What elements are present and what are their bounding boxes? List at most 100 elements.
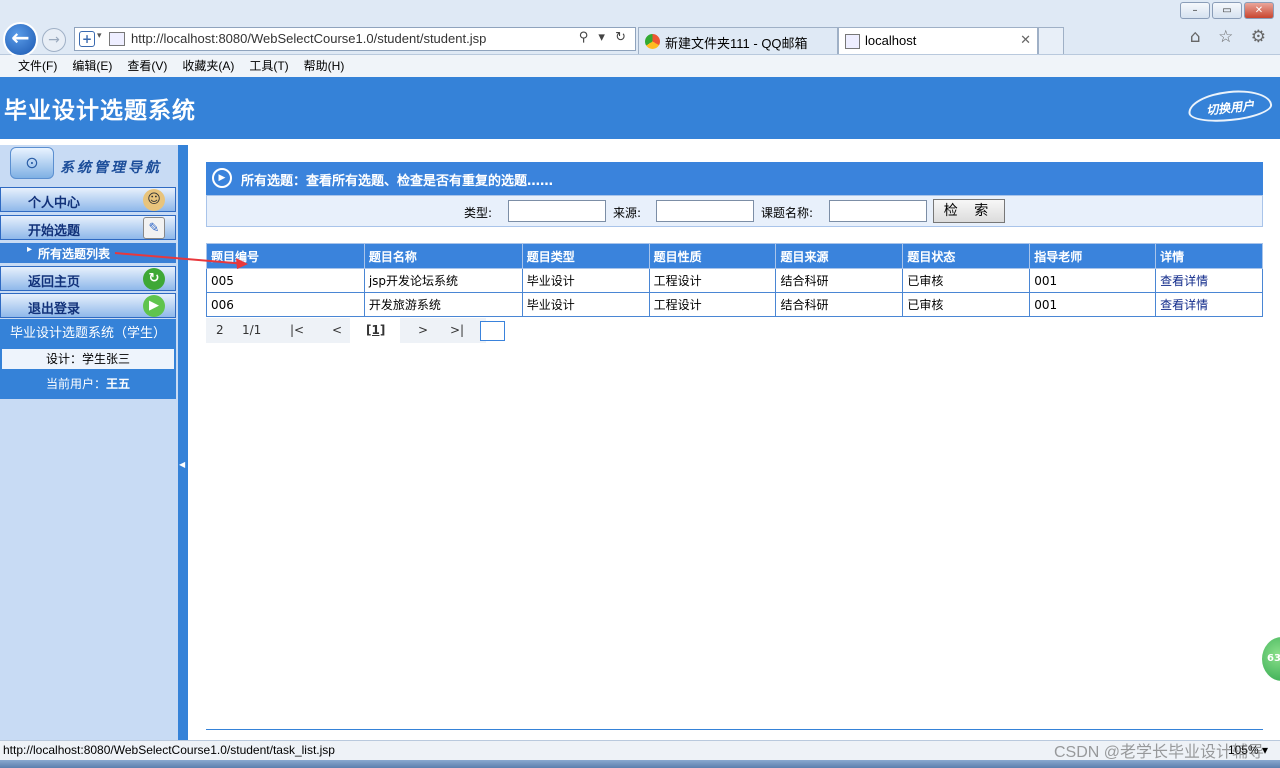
- record-count: 2: [216, 323, 224, 337]
- search-refresh-icons[interactable]: ⚲ ▾ ↻: [579, 30, 629, 45]
- col-topic-id: 题目编号: [206, 243, 365, 269]
- sidebar-item-label: 个人中心: [28, 196, 81, 211]
- tab-qq-mail[interactable]: 新建文件夹111 - QQ邮箱: [638, 27, 838, 54]
- cell-topic-id: 005: [206, 268, 365, 293]
- col-topic-type: 题目类型: [521, 243, 650, 269]
- switch-user-button[interactable]: 切换用户: [1186, 86, 1274, 126]
- search-button[interactable]: 检 索: [933, 199, 1005, 223]
- sidebar-item-personal[interactable]: 个人中心 ☺: [0, 187, 176, 212]
- cell-advisor: 001: [1029, 292, 1157, 317]
- menu-bar: 文件(F) 编辑(E) 查看(V) 收藏夹(A) 工具(T) 帮助(H): [0, 55, 1280, 77]
- window-controls: – ▭ ✕: [1180, 2, 1274, 19]
- maximize-button[interactable]: ▭: [1212, 2, 1242, 19]
- close-window-button[interactable]: ✕: [1244, 2, 1274, 19]
- sidebar-splitter[interactable]: ◀: [178, 145, 188, 740]
- prev-page-button[interactable]: <: [332, 323, 342, 337]
- next-page-button[interactable]: >: [418, 323, 428, 337]
- last-page-button[interactable]: >|: [450, 323, 464, 337]
- address-bar[interactable]: + ▾ http://localhost:8080/WebSelectCours…: [74, 27, 636, 51]
- panel-title: ▶ 所有选题：查看所有选题、检查是否有重复的选题……: [206, 162, 1263, 195]
- watermark: CSDN @老学长毕业设计辅导: [1053, 744, 1264, 761]
- pagination: 2 1/1 |< < [1] > >|: [206, 318, 506, 343]
- main-content: ▶ 所有选题：查看所有选题、检查是否有重复的选题…… 类型: 来源: 课题名称:…: [188, 146, 1280, 740]
- cell-topic-status: 已审核: [902, 292, 1031, 317]
- current-user-name: 王五: [106, 377, 131, 391]
- view-details-link[interactable]: 查看详情: [1155, 292, 1263, 317]
- header-divider: [0, 136, 1280, 146]
- chevron-down-icon[interactable]: ▾: [97, 31, 102, 41]
- col-topic-status: 题目状态: [902, 243, 1031, 269]
- table-row: 006 开发旅游系统 毕业设计 工程设计 结合科研 已审核 001 查看详情: [206, 292, 1263, 317]
- menu-help[interactable]: 帮助(H): [304, 55, 345, 77]
- tab-label: 新建文件夹111 - QQ邮箱: [665, 36, 808, 51]
- goto-page-input[interactable]: [480, 321, 505, 341]
- col-topic-source: 题目来源: [775, 243, 904, 269]
- first-page-button[interactable]: |<: [290, 323, 304, 337]
- sidebar-item-start-select[interactable]: 开始选题 ✎: [0, 215, 176, 240]
- play-circle-icon: ▶: [212, 168, 232, 188]
- app-title: 毕业设计选题系统: [4, 98, 196, 124]
- close-tab-icon[interactable]: ✕: [1020, 32, 1031, 48]
- view-details-link[interactable]: 查看详情: [1155, 268, 1263, 293]
- computer-icon: ⊙: [10, 147, 54, 179]
- type-input[interactable]: [508, 200, 606, 222]
- cell-topic-name: jsp开发论坛系统: [363, 268, 523, 293]
- sidebar-header: ⊙ 系统管理导航: [6, 147, 176, 183]
- type-label: 类型:: [464, 206, 493, 220]
- home-star-gear-icons[interactable]: ⌂ ☆ ⚙: [1190, 27, 1272, 47]
- search-form: 类型: 来源: 课题名称: 检 索: [206, 195, 1263, 227]
- address-url[interactable]: http://localhost:8080/WebSelectCourse1.0…: [131, 31, 486, 46]
- col-details: 详情: [1155, 243, 1263, 269]
- cell-topic-source: 结合科研: [775, 292, 904, 317]
- compat-view-icon[interactable]: +: [79, 31, 95, 47]
- os-taskbar: [0, 760, 1280, 768]
- menu-file[interactable]: 文件(F): [18, 55, 57, 77]
- sidebar-item-logout[interactable]: 退出登录 ▶: [0, 293, 176, 318]
- browser-chrome: – ▭ ✕ ← → + ▾ http://localhost:8080/WebS…: [0, 0, 1280, 57]
- topics-table: 题目编号 题目名称 题目类型 题目性质 题目来源 题目状态 指导老师 详情 00…: [206, 243, 1263, 317]
- system-name: 毕业设计选题系统（学生）: [9, 326, 166, 341]
- nav-title: 系统管理导航: [60, 160, 162, 176]
- menu-view[interactable]: 查看(V): [127, 55, 167, 77]
- menu-favorites[interactable]: 收藏夹(A): [182, 55, 234, 77]
- sidebar-item-home[interactable]: 返回主页 ↻: [0, 266, 176, 291]
- source-label: 来源:: [613, 206, 642, 220]
- page-icon: [845, 34, 860, 49]
- user-icon: ☺: [143, 189, 165, 211]
- tab-localhost[interactable]: localhost ✕: [838, 27, 1038, 54]
- cell-advisor: 001: [1029, 268, 1157, 293]
- browser-logo-icon: [645, 34, 660, 49]
- menu-tools[interactable]: 工具(T): [249, 55, 288, 77]
- forward-button[interactable]: →: [42, 28, 66, 52]
- status-url: http://localhost:8080/WebSelectCourse1.0…: [3, 743, 335, 757]
- cell-topic-name: 开发旅游系统: [363, 292, 523, 317]
- play-icon: ▶: [143, 295, 165, 317]
- sidebar-item-label: 退出登录: [28, 302, 81, 317]
- page-count: 1/1: [242, 323, 262, 337]
- page-icon: [109, 32, 125, 46]
- refresh-arrow-icon: ↻: [143, 268, 165, 290]
- minimize-button[interactable]: –: [1180, 2, 1210, 19]
- collapse-arrow-icon[interactable]: ◀: [179, 460, 185, 469]
- tab-label: localhost: [865, 33, 917, 48]
- system-info-box: 毕业设计选题系统（学生） 设计：学生张三 当前用户：王五: [0, 319, 176, 399]
- topic-name-input[interactable]: [829, 200, 927, 222]
- source-input[interactable]: [656, 200, 754, 222]
- col-topic-nature: 题目性质: [648, 243, 777, 269]
- back-button[interactable]: ←: [3, 22, 38, 57]
- col-advisor: 指导老师: [1029, 243, 1157, 269]
- col-topic-name: 题目名称: [363, 243, 523, 269]
- edit-icon: ✎: [143, 217, 165, 239]
- menu-edit[interactable]: 编辑(E): [72, 55, 112, 77]
- sidebar-subitem-all-topics[interactable]: 所有选题列表: [0, 243, 176, 263]
- app-header: 毕业设计选题系统 切换用户: [0, 77, 1280, 136]
- sidebar-item-label: 开始选题: [28, 224, 81, 239]
- table-row: 005 jsp开发论坛系统 毕业设计 工程设计 结合科研 已审核 001 查看详…: [206, 268, 1263, 293]
- topic-name-label: 课题名称:: [761, 206, 814, 220]
- cell-topic-source: 结合科研: [775, 268, 904, 293]
- cell-topic-type: 毕业设计: [521, 268, 650, 293]
- new-tab-button[interactable]: [1038, 27, 1064, 54]
- table-header-row: 题目编号 题目名称 题目类型 题目性质 题目来源 题目状态 指导老师 详情: [206, 243, 1263, 269]
- cell-topic-nature: 工程设计: [648, 292, 777, 317]
- current-page[interactable]: [1]: [366, 323, 385, 337]
